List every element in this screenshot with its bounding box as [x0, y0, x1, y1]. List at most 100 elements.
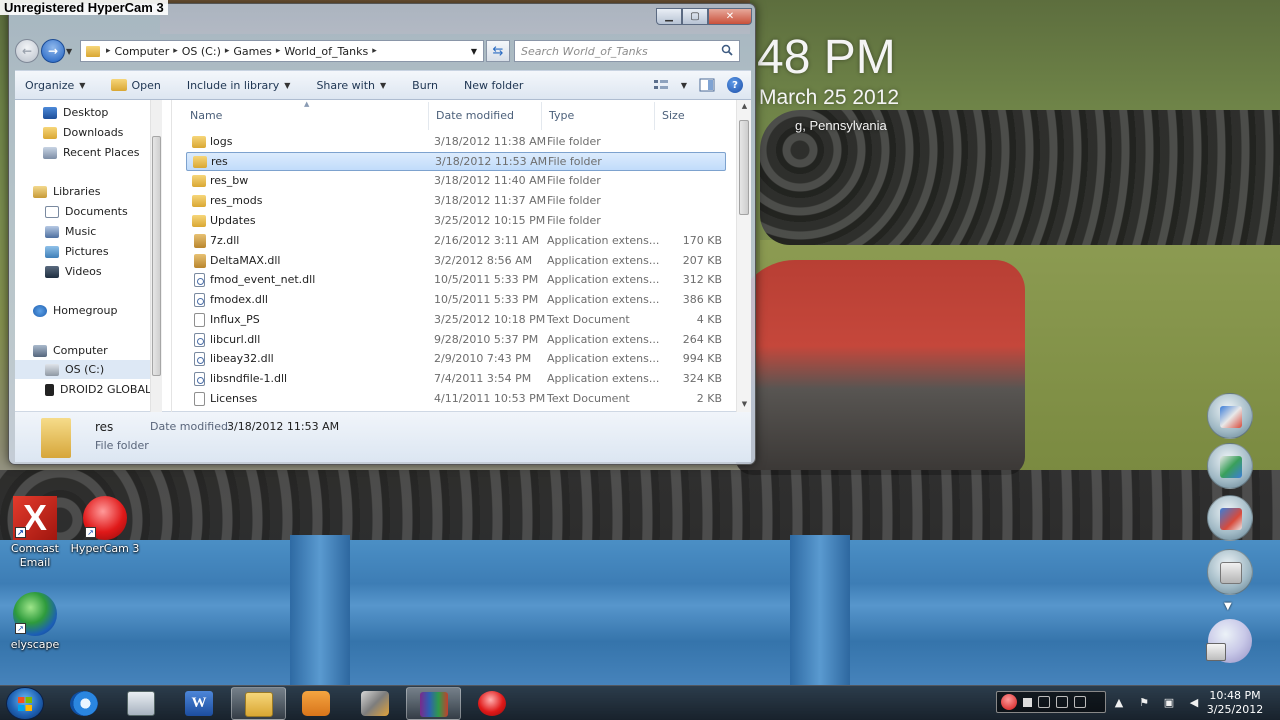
stop-icon[interactable] [1023, 697, 1032, 707]
capture-region-icon[interactable] [1056, 696, 1068, 708]
minimize-button[interactable]: ▁ [656, 8, 682, 25]
scrollbar-thumb[interactable] [152, 136, 161, 376]
file-date: 3/18/2012 11:38 AM [434, 135, 547, 148]
taskbar-hypercam[interactable] [465, 687, 520, 720]
organize-button[interactable]: Organize ▼ [25, 79, 85, 92]
burn-button[interactable]: Burn [412, 79, 438, 92]
taskbar-clock[interactable]: 10:48 PM 3/25/2012 [1200, 689, 1270, 717]
action-center-flag-icon[interactable]: ⚑ [1137, 695, 1151, 709]
chevron-down-icon[interactable]: ▼ [1224, 601, 1232, 612]
breadcrumb-separator-icon[interactable]: ▸ [372, 46, 377, 56]
navigation-scrollbar[interactable] [150, 100, 162, 412]
file-row-selected[interactable]: res 3/18/2012 11:53 AM File folder [186, 152, 726, 171]
file-row[interactable]: libsndfile-1.dll 7/4/2011 3:54 PM Applicat… [186, 370, 726, 389]
taskbar-calculator[interactable] [114, 687, 169, 720]
gadget-small-window-icon[interactable] [1206, 643, 1226, 661]
forward-button[interactable]: → [41, 39, 65, 63]
column-header-size[interactable]: Size [662, 102, 685, 128]
address-dropdown-icon[interactable]: ▼ [471, 47, 477, 56]
maximize-button[interactable]: ▢ [682, 8, 708, 25]
help-icon[interactable]: ? [727, 77, 743, 93]
file-row[interactable]: libcurl.dll 9/28/2010 5:37 PM Application … [186, 331, 726, 350]
file-list-scrollbar[interactable]: ▲ ▼ [736, 100, 751, 412]
scrollbar-thumb[interactable] [739, 120, 749, 215]
nav-item-pictures[interactable]: Pictures [15, 242, 161, 261]
taskbar-media-center[interactable] [289, 687, 344, 720]
new-folder-button[interactable]: New folder [464, 79, 523, 92]
column-header-name[interactable]: Name [190, 102, 222, 128]
nav-item-desktop[interactable]: Desktop [15, 103, 161, 122]
close-button[interactable]: ✕ [708, 8, 752, 25]
nav-item-downloads[interactable]: Downloads [15, 123, 161, 142]
column-header-type[interactable]: Type [549, 102, 574, 128]
breadcrumb-world-of-tanks[interactable]: World_of_Tanks [280, 45, 372, 58]
start-button[interactable] [6, 687, 44, 720]
desktop-icon-comcast-email[interactable]: X ↗ Comcast Email [0, 496, 70, 570]
record-pause-icon[interactable] [1001, 694, 1017, 710]
gadget-monitor[interactable] [1207, 549, 1253, 595]
desktop-icon-hypercam[interactable]: ↗ HyperCam 3 [70, 496, 140, 556]
show-hidden-icons-icon[interactable]: ▲ [1112, 695, 1126, 709]
file-row[interactable]: fmod_event_net.dll 10/5/2011 5:33 PM Appli… [186, 271, 726, 290]
volume-icon[interactable]: ◀ [1187, 695, 1201, 709]
chevron-down-icon: ▼ [380, 80, 387, 90]
column-divider[interactable] [428, 102, 429, 130]
column-header-date-modified[interactable]: Date modified [436, 102, 514, 128]
breadcrumb-os-c[interactable]: OS (C:) [178, 45, 225, 58]
file-row[interactable]: Updates 3/25/2012 10:15 PM File folder [186, 212, 726, 231]
nav-item-documents[interactable]: Documents [15, 202, 161, 221]
nav-item-homegroup[interactable]: Homegroup [15, 301, 161, 320]
nav-item-computer[interactable]: Computer [15, 341, 161, 360]
file-row[interactable]: res_mods 3/18/2012 11:37 AM File folder [186, 192, 726, 211]
file-size: 994 KB [682, 352, 722, 365]
gadget-slideshow[interactable] [1207, 393, 1253, 439]
taskbar-windows-explorer[interactable] [231, 687, 286, 720]
nav-item-music[interactable]: Music [15, 222, 161, 241]
open-button[interactable]: Open [111, 79, 161, 92]
capture-settings-icon[interactable] [1074, 696, 1086, 708]
change-view-icon[interactable] [653, 78, 669, 92]
taskbar-tool[interactable] [348, 687, 403, 720]
column-divider[interactable] [541, 102, 542, 130]
gadget-photo[interactable] [1207, 443, 1253, 489]
capture-window-icon[interactable] [1038, 696, 1050, 708]
desktop-icon-elyscape[interactable]: ↗ elyscape [0, 592, 70, 652]
nav-item-videos[interactable]: Videos [15, 262, 161, 281]
search-icon[interactable] [721, 44, 733, 56]
column-divider[interactable] [654, 102, 655, 130]
nav-item-os-c[interactable]: OS (C:) [15, 360, 161, 379]
gadget-pictures[interactable] [1207, 495, 1253, 541]
recent-pages-dropdown[interactable]: ▼ [66, 47, 76, 56]
file-type: File folder [547, 135, 601, 148]
file-row[interactable]: res_bw 3/18/2012 11:40 AM File folder [186, 172, 726, 191]
clock-gadget-location: g, Pennsylvania [795, 118, 887, 133]
scroll-up-icon[interactable]: ▲ [737, 102, 751, 110]
address-bar[interactable]: ▸ Computer ▸ OS (C:) ▸ Games ▸ World_of_… [80, 40, 484, 62]
file-row[interactable]: logs 3/18/2012 11:38 AM File folder [186, 133, 726, 152]
refresh-button[interactable]: ⇆ [486, 40, 510, 62]
back-button[interactable]: ← [15, 39, 39, 63]
file-row[interactable]: fmodex.dll 10/5/2011 5:33 PM Application e… [186, 291, 726, 310]
file-row[interactable]: DeltaMAX.dll 3/2/2012 8:56 AM Application … [186, 252, 726, 271]
folder-icon [193, 156, 207, 168]
taskbar-word[interactable]: W [172, 687, 227, 720]
nav-item-libraries[interactable]: Libraries [15, 182, 161, 201]
scroll-down-icon[interactable]: ▼ [737, 400, 751, 408]
search-input[interactable]: Search World_of_Tanks [514, 40, 740, 62]
chevron-down-icon[interactable]: ▼ [681, 81, 687, 90]
file-date: 9/28/2010 5:37 PM [434, 333, 539, 346]
file-row[interactable]: Licenses 4/11/2011 10:53 PM Text Document 2… [186, 390, 726, 409]
taskbar-winrar[interactable] [406, 687, 461, 720]
file-row[interactable]: Influx_PS 3/25/2012 10:18 PM Text Document… [186, 311, 726, 330]
taskbar-internet-explorer[interactable] [57, 687, 112, 720]
preview-pane-icon[interactable] [699, 78, 715, 92]
include-in-library-button[interactable]: Include in library ▼ [187, 79, 291, 92]
nav-item-recent-places[interactable]: Recent Places [15, 143, 161, 162]
breadcrumb-games[interactable]: Games [229, 45, 275, 58]
file-row[interactable]: libeay32.dll 2/9/2010 7:43 PM Application … [186, 350, 726, 369]
network-icon[interactable]: ▣ [1162, 695, 1176, 709]
share-with-button[interactable]: Share with ▼ [316, 79, 386, 92]
nav-item-droid2-global[interactable]: DROID2 GLOBAL [15, 380, 161, 399]
file-row[interactable]: 7z.dll 2/16/2012 3:11 AM Application exten… [186, 232, 726, 251]
breadcrumb-computer[interactable]: Computer [111, 45, 174, 58]
